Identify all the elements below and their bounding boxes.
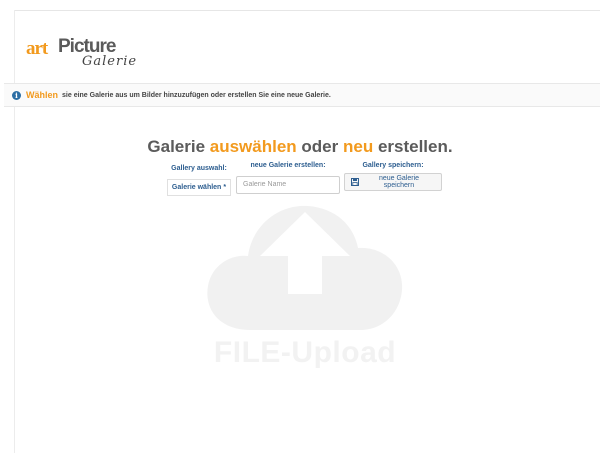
save-gallery-label: Gallery speichern: [362,162,424,169]
info-text: sie eine Galerie aus um Bilder hinzuzufü… [62,91,331,99]
app-logo: art Picture Galerie [26,36,156,76]
save-button-label: neue Galerie speichern [378,175,420,189]
frame-top-border [14,10,600,11]
upload-text-file: FILE [213,336,281,369]
new-gallery-column: neue Galerie erstellen: [232,162,344,194]
heading-highlight-new: neu [342,137,374,156]
gallery-select[interactable]: Galerie wählen * [166,179,232,196]
heading-part1: Galerie [147,137,210,156]
save-gallery-button[interactable]: neue Galerie speichern [344,173,442,191]
heading-highlight-select: auswählen [209,137,297,156]
info-highlight: Wählen [26,90,59,100]
info-icon: i [12,90,21,100]
cloud-upload-icon [207,205,403,330]
page-heading: Galerie auswählen oder neu erstellen. [0,137,600,157]
save-gallery-column: Gallery speichern: neue Galerie speicher… [344,162,442,191]
gallery-name-input[interactable] [236,175,340,194]
upload-watermark[interactable]: FILE-Upload [200,190,410,370]
new-gallery-label: neue Galerie erstellen: [250,162,326,169]
upload-watermark-text: FILE-Upload [200,336,410,370]
heading-part2: oder [296,137,343,156]
frame-left-border [14,10,15,453]
floppy-disk-icon [351,178,359,186]
logo-art: art [26,38,48,59]
gallery-select-column: Gallery auswahl: Galerie wählen * [166,165,232,196]
gallery-select-value: Galerie wählen [171,184,222,191]
upload-text-upload: -Upload [280,336,397,369]
info-bar: i Wählen sie eine Galerie aus um Bilder … [4,83,600,107]
gallery-select-label: Gallery auswahl: [171,165,227,172]
heading-part3: erstellen. [373,137,453,156]
logo-galerie: Galerie [82,54,138,69]
required-marker: * [223,184,227,191]
